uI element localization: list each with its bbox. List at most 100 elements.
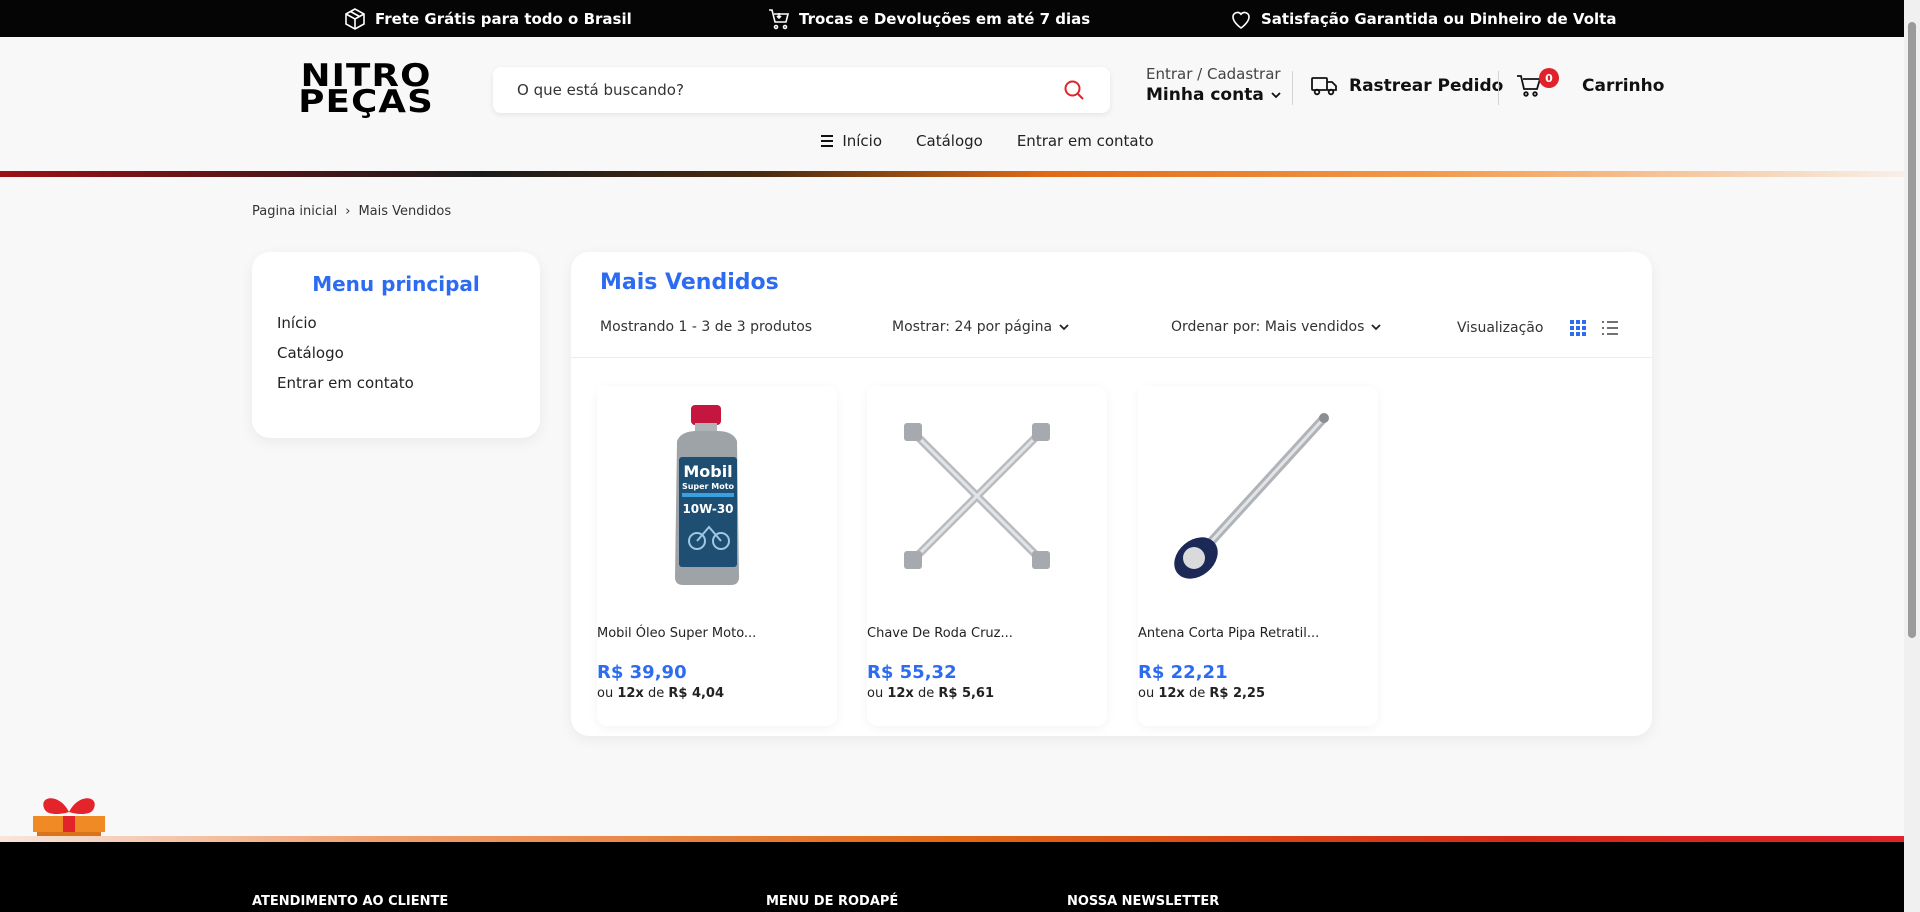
per-page-label: Mostrar: 24 por página [892,319,1053,335]
chevron-down-icon [1059,324,1069,331]
nav-item-label: Início [842,132,883,150]
installment-prefix: ou [1138,686,1155,701]
sort-label: Ordenar por: Mais vendidos [1171,319,1365,335]
product-price: R$ 22,21 [1138,662,1228,683]
menu-icon [821,135,834,147]
svg-text:10W-30: 10W-30 [682,502,733,516]
product-card[interactable]: Antena Corta Pipa Retratil... R$ 22,21 o… [1138,386,1378,726]
view-toggle: Visualização [1457,319,1619,337]
main-nav: Início Catálogo Entrar em contato [0,132,1904,150]
sidebar-item-inicio[interactable]: Início [277,314,515,332]
cart-count-badge: 0 [1539,68,1559,88]
installment-count: 12x [617,686,644,701]
breadcrumb-home[interactable]: Pagina inicial [252,204,337,219]
breadcrumb-current: Mais Vendidos [358,204,452,219]
product-image[interactable] [867,386,1087,605]
product-listing: Mais Vendidos Mostrando 1 - 3 de 3 produ… [571,252,1652,736]
installment-connector: de [1188,686,1206,701]
product-installments: ou 12x de R$ 2,25 [1138,686,1265,701]
view-label: Visualização [1457,320,1544,336]
track-order-label: Rastrear Pedido [1349,76,1504,96]
sidebar-item-catalogo[interactable]: Catálogo [277,344,515,362]
installment-connector: de [917,686,935,701]
cart-return-icon [769,8,790,29]
product-installments: ou 12x de R$ 5,61 [867,686,994,701]
sidebar-title: Menu principal [312,272,480,296]
installment-count: 12x [1158,686,1185,701]
announcement-returns: Trocas e Devoluções em até 7 dias [767,0,1090,37]
grid-view-icon[interactable] [1569,319,1587,337]
chevron-down-icon [1271,92,1281,99]
installment-value: R$ 4,04 [668,686,725,701]
nav-item-catalogo[interactable]: Catálogo [916,132,983,150]
product-card[interactable]: Mobil Super Moto 10W-30 Mobil Óleo Super… [597,386,837,726]
sidebar-menu: Menu principal Início Catálogo Entrar em… [252,252,540,438]
nav-item-label: Entrar em contato [1016,132,1154,150]
breadcrumb: Pagina inicial › Mais Vendidos [252,204,451,219]
lug-wrench-image [904,422,1050,569]
footer-heading-support: ATENDIMENTO AO CLIENTE [252,894,449,909]
announcement-label: Trocas e Devoluções em até 7 dias [799,9,1091,28]
account-label: Minha conta [1146,85,1264,105]
installment-count: 12x [887,686,914,701]
announcement-label: Frete Grátis para todo o Brasil [375,9,632,28]
page-title: Mais Vendidos [600,270,779,295]
result-count: Mostrando 1 - 3 de 3 produtos [600,319,812,335]
nav-item-contato[interactable]: Entrar em contato [1017,132,1154,150]
search-input[interactable]: O que está buscando? [517,81,1062,99]
search-bar[interactable]: O que está buscando? [493,67,1110,113]
list-view-icon[interactable] [1601,319,1619,337]
header-divider [1498,71,1499,105]
footer-heading-newsletter: NOSSA NEWSLETTER [1067,894,1220,909]
logo-line-2: PEÇAS [298,84,434,120]
installment-connector: de [647,686,665,701]
announcement-bar: Frete Grátis para todo o Brasil Trocas e… [0,0,1904,37]
sort-select[interactable]: Ordenar por: Mais vendidos [1171,319,1382,335]
track-order-button[interactable]: Rastrear Pedido [1311,75,1503,97]
product-name[interactable]: Mobil Óleo Super Moto... [597,626,756,641]
truck-icon [1311,77,1337,96]
footer-heading-menu: MENU DE RODAPÉ [766,894,899,909]
installment-value: R$ 5,61 [938,686,995,701]
oil-bottle-image: Mobil Super Moto 10W-30 [675,404,739,585]
product-name[interactable]: Chave De Roda Cruz... [867,626,1013,641]
svg-text:Super Moto: Super Moto [682,482,735,491]
announcement-free-shipping: Frete Grátis para todo o Brasil [343,0,632,37]
nav-item-label: Catálogo [916,132,983,150]
product-price: R$ 55,32 [867,662,957,683]
nav-item-inicio[interactable]: Início [820,132,882,150]
account-menu[interactable]: Entrar / Cadastrar Minha conta [1146,65,1282,105]
installment-value: R$ 2,25 [1209,686,1266,701]
sidebar-item-contato[interactable]: Entrar em contato [277,374,515,392]
search-icon[interactable] [1062,78,1086,102]
product-image[interactable] [1138,386,1358,605]
account-dropdown[interactable]: Minha conta [1146,85,1282,105]
box-icon [345,7,365,30]
installment-prefix: ou [597,686,614,701]
cart-label: Carrinho [1582,76,1665,96]
site-header: NITRO PEÇAS O que está buscando? Entrar … [0,37,1904,172]
scrollbar-thumb[interactable] [1908,22,1916,638]
antenna-image [1174,412,1329,579]
account-login-link[interactable]: Entrar / Cadastrar [1146,65,1282,83]
page-scrollbar[interactable] [1904,0,1920,912]
product-installments: ou 12x de R$ 4,04 [597,686,724,701]
product-image[interactable]: Mobil Super Moto 10W-30 [597,386,817,605]
cart-button[interactable]: 0 Carrinho [1516,68,1665,99]
product-price: R$ 39,90 [597,662,687,683]
breadcrumb-separator: › [345,204,351,219]
header-divider [1292,71,1293,105]
product-name[interactable]: Antena Corta Pipa Retratil... [1138,626,1319,641]
header-gradient-divider [0,171,1904,177]
per-page-select[interactable]: Mostrar: 24 por página [892,319,1070,335]
result-count-text: Mostrando 1 - 3 de 3 produtos [600,319,813,335]
installment-prefix: ou [867,686,884,701]
chevron-down-icon [1371,324,1382,331]
heart-icon [1232,11,1250,29]
site-footer: ATENDIMENTO AO CLIENTE MENU DE RODAPÉ NO… [0,842,1904,912]
site-logo[interactable]: NITRO PEÇAS [277,61,455,120]
announcement-guarantee: Satisfação Garantida ou Dinheiro de Volt… [1229,0,1616,37]
announcement-label: Satisfação Garantida ou Dinheiro de Volt… [1261,9,1617,28]
product-card[interactable]: Chave De Roda Cruz... R$ 55,32 ou 12x de… [867,386,1107,726]
toolbar-divider [571,357,1652,358]
